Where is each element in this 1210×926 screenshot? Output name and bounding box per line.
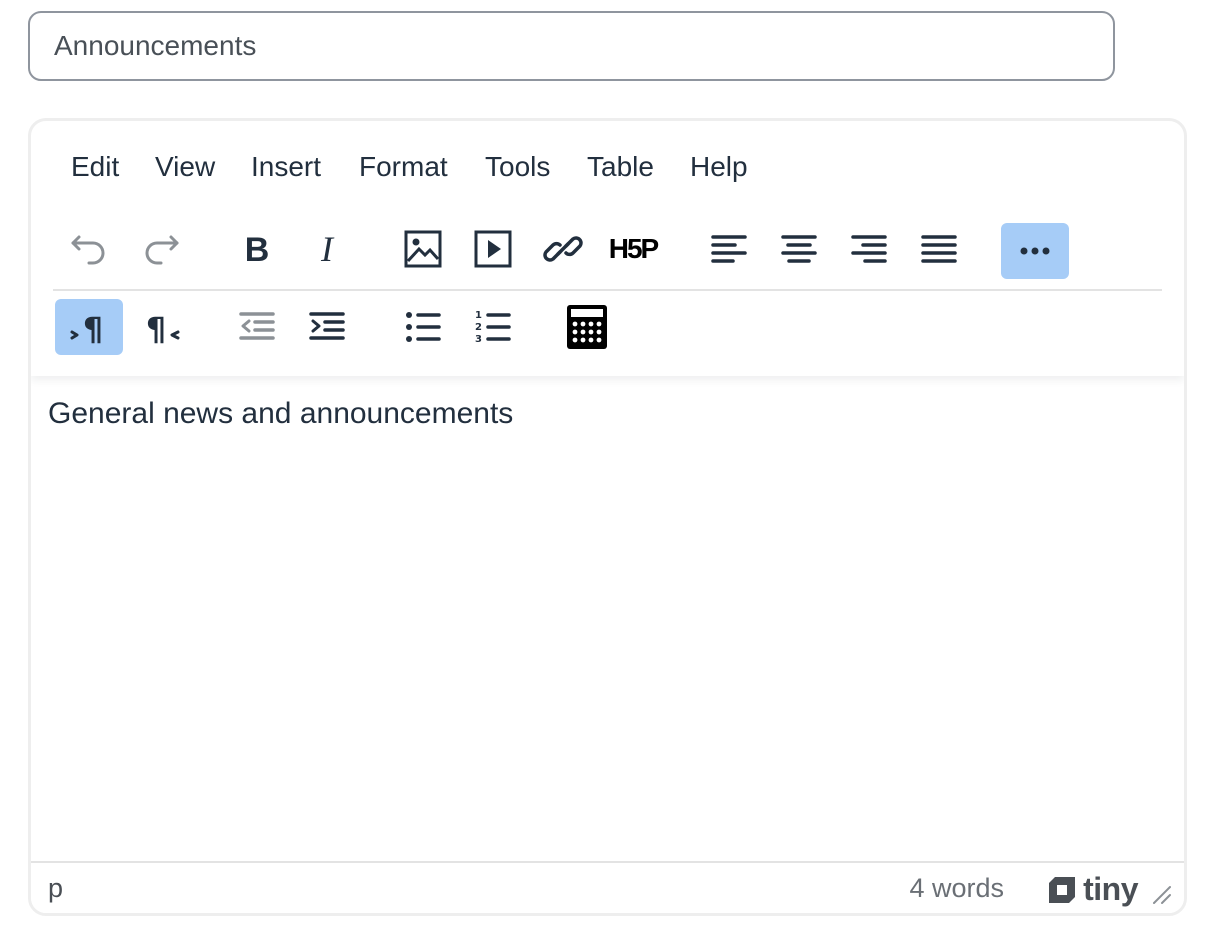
align-left-icon (711, 235, 747, 263)
redo-button[interactable] (127, 221, 195, 277)
align-left-button[interactable] (695, 221, 763, 277)
align-center-button[interactable] (765, 221, 833, 277)
align-right-button[interactable] (835, 221, 903, 277)
menu-tools[interactable]: Tools (485, 151, 550, 183)
bullet-list-button[interactable] (389, 299, 457, 355)
svg-text:¶: ¶ (146, 310, 166, 347)
svg-text:¶: ¶ (83, 310, 103, 347)
redo-icon (145, 235, 179, 265)
calculator-button[interactable] (553, 299, 621, 355)
italic-icon: I (320, 229, 335, 269)
statusbar: p 4 words tiny (31, 861, 1184, 913)
media-button[interactable] (459, 221, 527, 277)
ltr-button[interactable]: ¶ (55, 299, 123, 355)
media-icon (474, 230, 512, 268)
align-justify-button[interactable] (905, 221, 973, 277)
element-path[interactable]: p (48, 873, 63, 904)
menu-edit[interactable]: Edit (71, 151, 119, 183)
menu-table[interactable]: Table (587, 151, 654, 183)
align-justify-icon (921, 235, 957, 263)
tiny-logo-icon (1049, 876, 1076, 903)
resize-handle-icon[interactable] (1152, 885, 1172, 905)
more-button[interactable] (1001, 223, 1069, 279)
tiny-branding[interactable]: tiny (1047, 871, 1138, 908)
h5p-icon: H5P (608, 233, 659, 264)
align-right-icon (851, 235, 887, 263)
menu-format[interactable]: Format (359, 151, 448, 183)
ltr-icon: ¶ (70, 310, 103, 347)
h5p-button[interactable]: H5P (599, 221, 667, 277)
menubar: Edit View Insert Format Tools Table Help (31, 121, 1184, 211)
indent-icon (309, 312, 345, 340)
tiny-brand-text: tiny (1083, 871, 1138, 907)
numbered-list-button[interactable]: 123 (459, 299, 527, 355)
rtl-icon: ¶ (146, 310, 180, 347)
align-center-icon (781, 235, 817, 263)
outdent-button[interactable] (223, 299, 291, 355)
bullet-list-icon (406, 312, 441, 342)
editor-content[interactable]: General news and announcements (48, 397, 513, 431)
svg-text:2: 2 (475, 322, 482, 333)
svg-text:1: 1 (475, 310, 482, 321)
menu-view[interactable]: View (155, 151, 215, 183)
more-icon (1020, 247, 1050, 255)
indent-button[interactable] (293, 299, 361, 355)
menu-help[interactable]: Help (690, 151, 748, 183)
image-button[interactable] (389, 221, 457, 277)
undo-icon (71, 235, 105, 265)
italic-button[interactable]: I (293, 221, 361, 277)
svg-text:I: I (320, 229, 335, 269)
numbered-list-icon: 123 (475, 310, 511, 345)
announcements-title-input[interactable] (28, 11, 1115, 81)
toolbar-divider (53, 289, 1162, 291)
rich-text-editor: Edit View Insert Format Tools Table Help… (28, 118, 1187, 916)
link-button[interactable] (529, 221, 597, 277)
svg-text:3: 3 (475, 334, 482, 345)
calculator-icon (567, 305, 607, 349)
content-paragraph[interactable]: General news and announcements (48, 397, 513, 431)
rtl-button[interactable]: ¶ (127, 299, 195, 355)
bold-button[interactable]: B (223, 221, 291, 277)
undo-button[interactable] (55, 221, 123, 277)
link-icon (543, 236, 583, 262)
bold-icon: B (245, 231, 270, 269)
svg-text:B: B (245, 231, 270, 269)
menu-insert[interactable]: Insert (251, 151, 321, 183)
word-count[interactable]: 4 words (909, 873, 1004, 904)
image-icon (404, 230, 442, 268)
outdent-icon (239, 312, 275, 340)
